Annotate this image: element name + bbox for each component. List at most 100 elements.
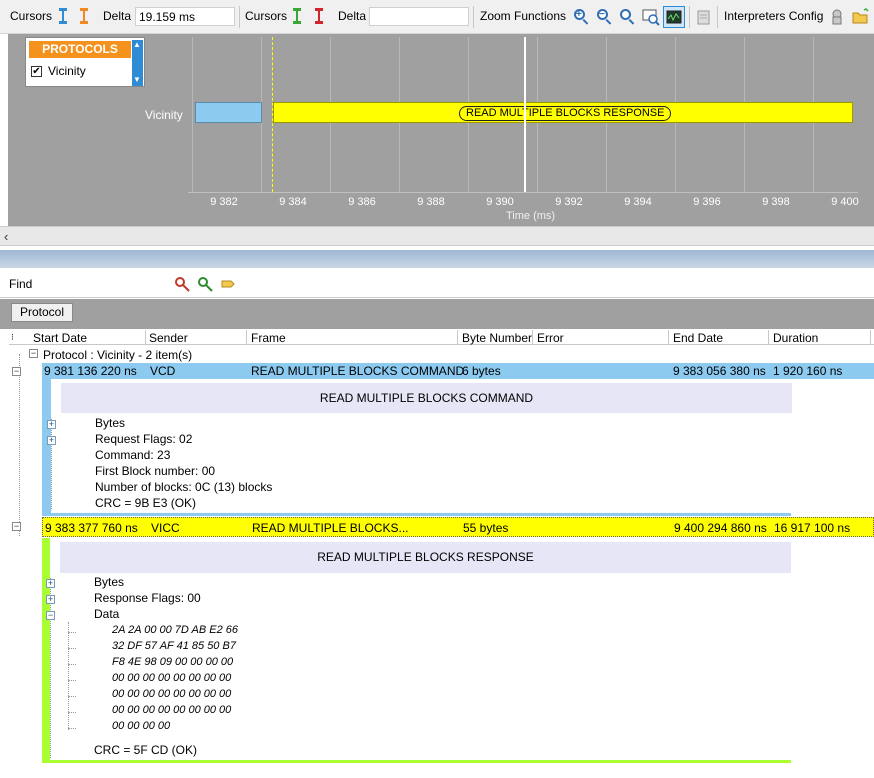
zoom-in-icon[interactable]: + [573, 8, 591, 26]
detail-line: Bytes [94, 575, 125, 589]
cursor-blue-icon[interactable] [59, 8, 67, 24]
detail-line: Response Flags: 00 [94, 591, 201, 605]
tree-guide [68, 712, 76, 713]
collapse-toggle[interactable]: − [46, 611, 55, 620]
find-next-icon[interactable] [197, 276, 213, 292]
panel-splitter[interactable] [0, 250, 874, 268]
row-collapse-toggle[interactable]: − [12, 367, 21, 376]
cell-start-date: 9 381 136 220 ns [44, 364, 137, 378]
col-start-date[interactable]: Start Date [33, 331, 87, 345]
main-toolbar: Cursors Delta 19.159 ms Cursors Delta Zo… [0, 0, 874, 34]
cursor-red-icon[interactable] [315, 8, 323, 24]
detail-title: READ MULTIPLE BLOCKS RESPONSE [60, 542, 791, 573]
tree-guide [68, 648, 76, 649]
detail-bottom-bar [42, 760, 791, 763]
detail-line: CRC = 9B E3 (OK) [95, 496, 197, 510]
column-separator[interactable] [668, 330, 669, 345]
cursor-green-icon[interactable] [293, 8, 301, 24]
cell-start-date: 9 383 377 760 ns [45, 521, 138, 535]
timeline-chart[interactable]: 9 382 9 384 9 386 9 388 9 390 9 392 9 39… [8, 34, 874, 226]
col-duration[interactable]: Duration [773, 331, 818, 345]
delta-label-2: Delta [338, 9, 367, 23]
protocol-item-label: Vicinity [48, 64, 86, 78]
cell-duration: 16 917 100 ns [774, 521, 851, 535]
tree-guide [50, 578, 51, 758]
tree-guide [68, 696, 76, 697]
table-row[interactable]: 9 381 136 220 ns VCD READ MULTIPLE BLOCK… [42, 363, 874, 379]
oscilloscope-view-icon[interactable] [663, 6, 685, 28]
col-frame[interactable]: Frame [251, 331, 286, 345]
column-chooser-icon[interactable]: ⁝ [11, 332, 14, 343]
x-tick-label: 9 382 [210, 196, 238, 208]
column-separator[interactable] [870, 330, 871, 345]
open-folder-icon[interactable] [852, 8, 870, 26]
x-tick-label: 9 388 [417, 196, 445, 208]
x-tick-label: 9 392 [555, 196, 583, 208]
x-tick-label: 9 386 [348, 196, 376, 208]
detail-accent-bar [42, 538, 50, 761]
expand-toggle[interactable]: + [47, 436, 56, 445]
group-collapse-toggle[interactable]: − [29, 349, 38, 358]
cursor-line-white[interactable] [524, 37, 526, 192]
col-end-date[interactable]: End Date [673, 331, 723, 345]
detail-line: Data [94, 607, 120, 621]
interpreters-config-icon[interactable] [829, 8, 845, 26]
col-byte-number[interactable]: Byte Number [462, 331, 532, 345]
tree-guide [68, 728, 76, 729]
zoom-out-icon[interactable]: − [596, 8, 614, 26]
legend-scrollbar[interactable]: ▲ ▼ [132, 40, 143, 86]
protocol-checkbox[interactable]: ✔ [31, 66, 42, 77]
x-axis-line [188, 192, 858, 193]
cursor-orange-icon[interactable] [80, 8, 88, 24]
expand-toggle[interactable]: + [46, 579, 55, 588]
scroll-down-icon[interactable]: ▼ [133, 75, 141, 84]
col-error[interactable]: Error [537, 331, 564, 345]
tab-protocol[interactable]: Protocol [11, 303, 73, 322]
row-collapse-toggle[interactable]: − [12, 522, 21, 531]
export-icon[interactable] [696, 8, 712, 26]
cell-duration: 1 920 160 ns [773, 364, 843, 378]
zoom-reset-icon[interactable] [619, 8, 637, 26]
x-tick-label: 9 384 [279, 196, 307, 208]
crc-line: CRC = 5F CD (OK) [94, 743, 198, 757]
column-separator[interactable] [532, 330, 533, 345]
column-headers: ⁝ Start Date Sender Frame Byte Number Er… [9, 330, 874, 345]
tree-guide [51, 419, 52, 509]
detail-line: Bytes [95, 416, 126, 430]
cell-frame: READ MULTIPLE BLOCKS... [252, 521, 409, 535]
scroll-up-icon[interactable]: ▲ [133, 40, 141, 49]
find-label: Find [9, 277, 33, 291]
tree-guide [68, 664, 76, 665]
x-tick-label: 9 390 [486, 196, 514, 208]
expand-toggle[interactable]: + [47, 420, 56, 429]
find-clear-icon[interactable] [174, 276, 190, 292]
frame-bar-command[interactable] [195, 102, 262, 123]
cell-frame: READ MULTIPLE BLOCKS COMMAND [251, 364, 465, 378]
column-separator[interactable] [246, 330, 247, 345]
cursors-label-2: Cursors [245, 9, 288, 23]
group-label: Protocol : Vicinity - 2 item(s) [43, 348, 193, 362]
chart-horizontal-scrollbar[interactable]: ‹ [0, 226, 874, 246]
expand-toggle[interactable]: + [46, 595, 55, 604]
column-separator[interactable] [145, 330, 146, 345]
column-separator[interactable] [768, 330, 769, 345]
hex-data-line: 2A 2A 00 00 7D AB E2 66 [112, 624, 238, 636]
detail-bottom-bar [42, 513, 791, 516]
protocol-tab-bar: Protocol [0, 299, 874, 329]
column-separator[interactable] [457, 330, 458, 345]
frame-bar-response[interactable]: READ MULTIPLE BLOCKS RESPONSE [273, 102, 853, 123]
scroll-left-icon[interactable]: ‹ [4, 229, 8, 244]
cursors-label-1: Cursors [10, 9, 53, 23]
zoom-window-icon[interactable] [642, 8, 660, 26]
protocols-title: PROTOCOLS [29, 41, 131, 58]
hex-data-line: 00 00 00 00 [112, 720, 171, 732]
row-detail-panel: READ MULTIPLE BLOCKS COMMAND + Bytes + R… [42, 379, 792, 514]
detail-line: Number of blocks: 0C (13) blocks [95, 480, 273, 494]
toolbar-separator [473, 6, 474, 28]
find-input[interactable] [40, 274, 165, 294]
x-tick-label: 9 396 [693, 196, 721, 208]
table-row[interactable]: 9 383 377 760 ns VICC READ MULTIPLE BLOC… [42, 517, 874, 537]
tree-guide [19, 354, 20, 536]
find-highlight-icon[interactable] [220, 276, 236, 292]
col-sender[interactable]: Sender [149, 331, 188, 345]
